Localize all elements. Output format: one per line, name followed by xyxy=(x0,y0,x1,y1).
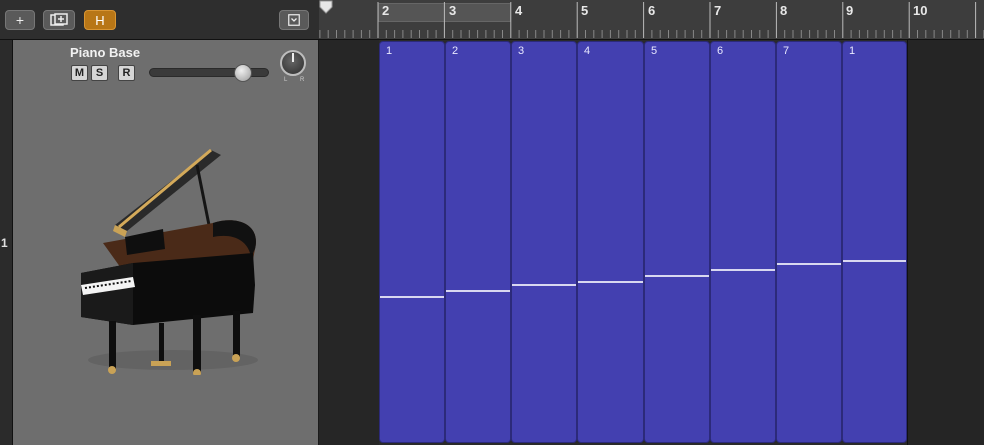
region-label: 7 xyxy=(783,45,790,57)
hide-button-label: H xyxy=(95,12,105,28)
region-automation-line[interactable] xyxy=(711,268,775,271)
track-header[interactable]: Piano Base M S R L R xyxy=(13,40,319,445)
midi-region[interactable]: 6 xyxy=(710,41,776,443)
volume-slider-knob[interactable] xyxy=(233,64,252,82)
region-label: 6 xyxy=(717,45,724,57)
chevron-down-box-icon xyxy=(288,14,300,26)
bar-number: 9 xyxy=(846,3,854,18)
midi-region[interactable]: 1 xyxy=(379,41,445,443)
pan-left-label: L xyxy=(284,77,288,83)
bar-number: 10 xyxy=(913,3,928,18)
record-enable-button[interactable]: R xyxy=(118,65,135,81)
region-automation-line[interactable] xyxy=(512,284,576,286)
midi-region[interactable]: 5 xyxy=(644,41,710,443)
bar-ruler[interactable]: 2 3 4 5 6 7 8 9 10 xyxy=(319,0,984,40)
region-automation-line[interactable] xyxy=(380,296,444,298)
region-label: 1 xyxy=(849,45,856,57)
bar-number: 3 xyxy=(449,3,457,18)
bar-number: 5 xyxy=(581,3,589,18)
solo-button[interactable]: S xyxy=(91,65,108,81)
bar-number: 2 xyxy=(382,3,390,18)
volume-slider[interactable] xyxy=(149,64,269,82)
bar-number: 6 xyxy=(648,3,656,18)
bar-number: 4 xyxy=(515,3,523,18)
plus-icon: + xyxy=(15,12,25,28)
region-automation-line[interactable] xyxy=(843,260,906,262)
region-label: 3 xyxy=(518,45,525,57)
track-number-column: 1 xyxy=(0,40,13,445)
region-automation-line[interactable] xyxy=(446,290,510,292)
midi-region[interactable]: 2 xyxy=(445,41,511,443)
track-lane[interactable]: 1 2 3 4 5 6 7 1 xyxy=(379,40,984,445)
add-folder-icon xyxy=(50,13,68,26)
add-track-button[interactable]: + xyxy=(5,10,35,30)
bar-number: 8 xyxy=(780,3,788,18)
region-automation-line[interactable] xyxy=(645,274,709,277)
grand-piano-icon xyxy=(81,148,258,375)
bar-number: 7 xyxy=(714,3,722,18)
region-label: 5 xyxy=(651,45,658,57)
lane-after-project-end xyxy=(907,40,984,445)
region-label: 1 xyxy=(386,45,393,57)
track-number: 1 xyxy=(1,236,8,250)
mute-button[interactable]: M xyxy=(71,65,88,81)
lane-lead-in xyxy=(319,40,379,445)
midi-region[interactable]: 1 xyxy=(842,41,907,443)
new-track-with-settings-button[interactable] xyxy=(43,10,75,30)
midi-region[interactable]: 4 xyxy=(577,41,644,443)
catch-button[interactable] xyxy=(279,10,309,30)
hide-tracks-button[interactable]: H xyxy=(84,10,116,30)
region-label: 2 xyxy=(452,45,459,57)
region-label: 4 xyxy=(584,45,591,57)
midi-region[interactable]: 7 xyxy=(776,41,842,443)
region-automation-line[interactable] xyxy=(777,262,841,265)
midi-region[interactable]: 3 xyxy=(511,41,577,443)
track-name[interactable]: Piano Base xyxy=(70,45,140,60)
tracks-header-toolbar: + H xyxy=(0,0,319,40)
pan-knob[interactable] xyxy=(280,50,306,76)
playhead-handle-icon[interactable] xyxy=(319,0,333,14)
region-automation-line[interactable] xyxy=(578,280,643,283)
pan-right-label: R xyxy=(300,77,305,83)
